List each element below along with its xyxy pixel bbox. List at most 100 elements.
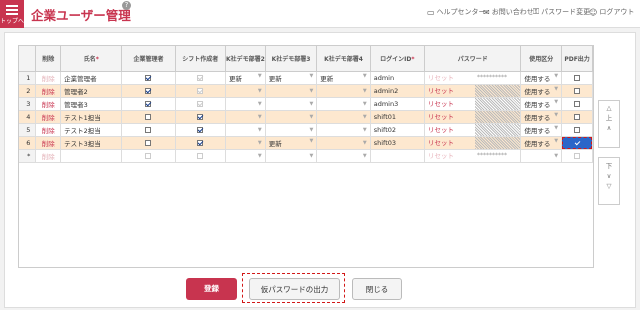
pdf-output-cell[interactable] [561, 123, 593, 137]
logout-link[interactable]: ☺ ログアウト [589, 7, 634, 17]
dept2-select[interactable]: ▼ [225, 136, 266, 150]
password-cell[interactable]: リセット [424, 110, 522, 124]
password-cell[interactable]: リセット [424, 123, 522, 137]
name-cell[interactable]: テスト1担当 [60, 110, 123, 124]
pdf-output-cell[interactable] [561, 136, 593, 150]
password-cell[interactable]: リセット ********** [424, 71, 522, 85]
login-id-cell[interactable]: admin2 [370, 84, 425, 98]
dept2-select[interactable]: ▼ [225, 123, 266, 137]
pdf-output-cell[interactable] [561, 71, 593, 85]
dept3-select[interactable]: ▼ [265, 110, 318, 124]
col-header-usage[interactable]: 使用区分 [520, 46, 563, 72]
shift-cell[interactable] [175, 136, 226, 150]
dept4-select[interactable]: 更新 ▼ [316, 71, 371, 85]
dept3-select[interactable]: ▼ [265, 149, 318, 163]
shift-cell[interactable] [175, 97, 226, 111]
usage-select[interactable]: 使用する ▼ [520, 97, 563, 111]
reset-password-link[interactable]: リセット [425, 85, 475, 97]
pdf-output-cell[interactable] [561, 110, 593, 124]
col-header-dept3[interactable]: K社デモ部署3 [265, 46, 318, 72]
name-cell[interactable]: テスト2担当 [60, 123, 123, 137]
col-header-login[interactable]: ログインID* [370, 46, 425, 72]
dept4-select[interactable]: ▼ [316, 149, 371, 163]
shift-cell[interactable] [175, 84, 226, 98]
pdf-checkbox[interactable] [574, 74, 581, 81]
shift-checkbox[interactable] [197, 126, 204, 133]
reset-password-link[interactable]: リセット [425, 98, 475, 110]
login-id-cell[interactable]: admin3 [370, 97, 425, 111]
dept4-select[interactable]: ▼ [316, 123, 371, 137]
col-header-admin[interactable]: 企業管理者 [121, 46, 176, 72]
table-row[interactable]: 5 削除 テスト2担当 ▼ ▼ ▼ shift02 リセット 使用する ▼ [19, 123, 593, 137]
col-header-dept4[interactable]: K社デモ部署4 [316, 46, 371, 72]
col-header-dept2[interactable]: K社デモ部署2 [225, 46, 266, 72]
delete-link[interactable]: 削除 [35, 123, 62, 137]
dept3-select[interactable]: ▼ [265, 84, 318, 98]
password-cell[interactable]: リセット ********** [424, 149, 522, 163]
login-id-cell[interactable]: shift01 [370, 110, 425, 124]
user-grid[interactable]: 削除 氏名* 企業管理者 シフト作成者 K社デモ部署2 K社デモ部署3 K社デモ… [18, 45, 594, 268]
admin-cell[interactable] [121, 136, 176, 150]
col-header-shift[interactable]: シフト作成者 [175, 46, 226, 72]
pdf-output-cell[interactable] [561, 149, 593, 163]
reset-password-link[interactable]: リセット [425, 137, 475, 149]
dept3-select[interactable]: 更新 ▼ [265, 71, 318, 85]
shift-cell[interactable] [175, 71, 226, 85]
usage-select[interactable]: 使用する ▼ [520, 110, 563, 124]
admin-checkbox[interactable] [145, 139, 152, 146]
admin-cell[interactable] [121, 84, 176, 98]
pdf-checkbox[interactable] [574, 113, 581, 120]
name-cell[interactable]: 企業管理者 [60, 71, 123, 85]
delete-link[interactable]: 削除 [35, 97, 62, 111]
contact-link[interactable]: ✉ お問い合わせ [483, 7, 534, 17]
pdf-checkbox[interactable] [574, 100, 581, 107]
home-button[interactable]: トップへ [0, 0, 24, 28]
delete-link[interactable]: 削除 [35, 84, 62, 98]
usage-select[interactable]: ▼ [520, 149, 563, 163]
admin-checkbox[interactable] [145, 74, 152, 81]
usage-select[interactable]: 使用する ▼ [520, 84, 563, 98]
password-change-link[interactable]: ⚿ パスワード変更 [533, 7, 590, 17]
admin-cell[interactable] [121, 97, 176, 111]
dept3-select[interactable]: 更新 ▼ [265, 136, 318, 150]
pdf-output-cell[interactable] [561, 84, 593, 98]
admin-cell[interactable] [121, 71, 176, 85]
shift-checkbox[interactable] [197, 139, 204, 146]
admin-checkbox[interactable] [145, 87, 152, 94]
name-cell[interactable]: テスト3担当 [60, 136, 123, 150]
col-header-pdf[interactable]: PDF出力 [561, 46, 593, 72]
delete-link[interactable]: 削除 [35, 136, 62, 150]
admin-checkbox[interactable] [145, 113, 152, 120]
move-up-button[interactable]: △ 上 ∧ [598, 100, 620, 148]
reset-password-link[interactable]: リセット [425, 124, 475, 136]
dept3-select[interactable]: ▼ [265, 97, 318, 111]
shift-cell[interactable] [175, 110, 226, 124]
table-row[interactable]: * 削除 ▼ ▼ ▼ リセット ********** ▼ [19, 149, 593, 163]
dept4-select[interactable]: ▼ [316, 97, 371, 111]
login-id-cell[interactable] [370, 149, 425, 163]
login-id-cell[interactable]: shift02 [370, 123, 425, 137]
admin-checkbox[interactable] [145, 126, 152, 133]
usage-select[interactable]: 使用する ▼ [520, 136, 563, 150]
reset-password-link[interactable]: リセット [425, 111, 475, 123]
delete-link[interactable]: 削除 [35, 110, 62, 124]
table-row[interactable]: 1 削除 企業管理者 更新 ▼ 更新 ▼ 更新 ▼ admin リセット ********** 使用する… [19, 71, 593, 85]
shift-cell[interactable] [175, 149, 226, 163]
table-row[interactable]: 6 削除 テスト3担当 ▼ 更新 ▼ ▼ shift03 リセット 使用する ▼ [19, 136, 593, 150]
dept2-select[interactable]: 更新 ▼ [225, 71, 266, 85]
dept4-select[interactable]: ▼ [316, 110, 371, 124]
col-header-password[interactable]: パスワード [424, 46, 522, 72]
col-header-name[interactable]: 氏名* [60, 46, 123, 72]
dept3-select[interactable]: ▼ [265, 123, 318, 137]
table-row[interactable]: 4 削除 テスト1担当 ▼ ▼ ▼ shift01 リセット 使用する ▼ [19, 110, 593, 124]
login-id-cell[interactable]: shift03 [370, 136, 425, 150]
table-row[interactable]: 3 削除 管理者3 ▼ ▼ ▼ admin3 リセット 使用する ▼ [19, 97, 593, 111]
help-question-icon[interactable]: ? [122, 1, 131, 10]
password-cell[interactable]: リセット [424, 136, 522, 150]
register-button[interactable]: 登録 [186, 278, 237, 300]
shift-cell[interactable] [175, 123, 226, 137]
usage-select[interactable]: 使用する ▼ [520, 71, 563, 85]
name-cell[interactable] [60, 149, 123, 163]
pdf-checkbox[interactable] [574, 87, 581, 94]
temp-password-output-button[interactable]: 仮パスワードの出力 [249, 278, 340, 300]
